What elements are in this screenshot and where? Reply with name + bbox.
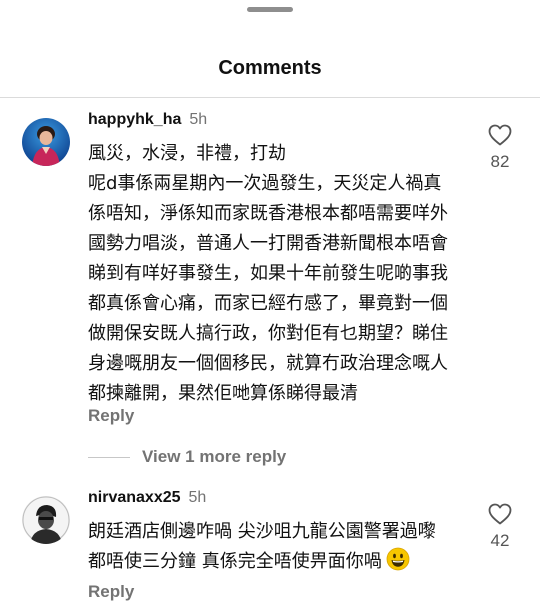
avatar[interactable]: [22, 496, 70, 544]
comment-line-text: 都唔使三分鐘 真係完全唔使畀面你喎: [88, 551, 382, 572]
like-button[interactable]: 42: [482, 503, 518, 551]
heart-icon: [488, 503, 512, 525]
avatar[interactable]: [22, 118, 70, 166]
comment-line: 係唔知，淨係知而家既香港根本都唔需要咩外: [88, 203, 448, 224]
comment-text: 風災，水浸，非禮，打劫 呢d事係兩星期內一次過發生，天災定人禍真 係唔知，淨係知…: [88, 139, 448, 409]
comment-line: 都揀離開，果然佢哋算係睇得最清: [88, 383, 358, 404]
comment-line: 睇到有咩好事發生，如果十年前發生呢啲事我: [88, 263, 448, 284]
comment-line: 都真係會心痛，而家已經冇感了，畢竟對一個: [88, 293, 448, 314]
like-count: 42: [490, 531, 510, 550]
timestamp: 5h: [189, 111, 208, 128]
reply-button[interactable]: Reply: [88, 582, 134, 602]
header-divider: [0, 97, 540, 98]
comment-line: 都唔使三分鐘 真係完全唔使畀面你喎: [88, 547, 436, 577]
timestamp: 5h: [188, 489, 207, 506]
like-count: 82: [490, 152, 510, 171]
reply-thread-line: [88, 456, 130, 458]
comment-text: 朗廷酒店側邊咋喎 尖沙咀九龍公園警署過嚟 都唔使三分鐘 真係完全唔使畀面你喎: [88, 517, 436, 577]
comment-line: 朗廷酒店側邊咋喎 尖沙咀九龍公園警署過嚟: [88, 521, 436, 542]
view-more-replies-label: View 1 more reply: [142, 447, 287, 466]
comment-header: happyhk_ha 5h: [88, 111, 207, 129]
drag-handle[interactable]: [247, 7, 293, 12]
avatar-image: [22, 118, 70, 166]
comment-line: 風災，水浸，非禮，打劫: [88, 143, 286, 164]
username[interactable]: nirvanaxx25: [88, 489, 181, 506]
comment-line: 做開保安既人搞行政，你對佢有乜期望？睇住: [88, 323, 448, 344]
comment-line: 國勢力唱淡，普通人一打開香港新聞根本唔會: [88, 233, 448, 254]
like-button[interactable]: 82: [482, 124, 518, 172]
reply-button[interactable]: Reply: [88, 406, 134, 426]
avatar-image: [22, 496, 70, 544]
comments-sheet: Comments happyhk_ha 5h 風災，水浸，非禮，打劫 呢d事係兩…: [0, 0, 540, 607]
heart-icon: [488, 124, 512, 146]
comment-line: 呢d事係兩星期內一次過發生，天災定人禍真: [88, 173, 442, 194]
comment-header: nirvanaxx25 5h: [88, 489, 206, 507]
page-title: Comments: [218, 57, 322, 79]
username[interactable]: happyhk_ha: [88, 111, 181, 128]
comment-line: 身邊嘅朋友一個個移民，就算冇政治理念嘅人: [88, 353, 448, 374]
view-more-replies[interactable]: View 1 more reply: [88, 447, 286, 467]
grinning-face-emoji-icon: [386, 547, 410, 571]
